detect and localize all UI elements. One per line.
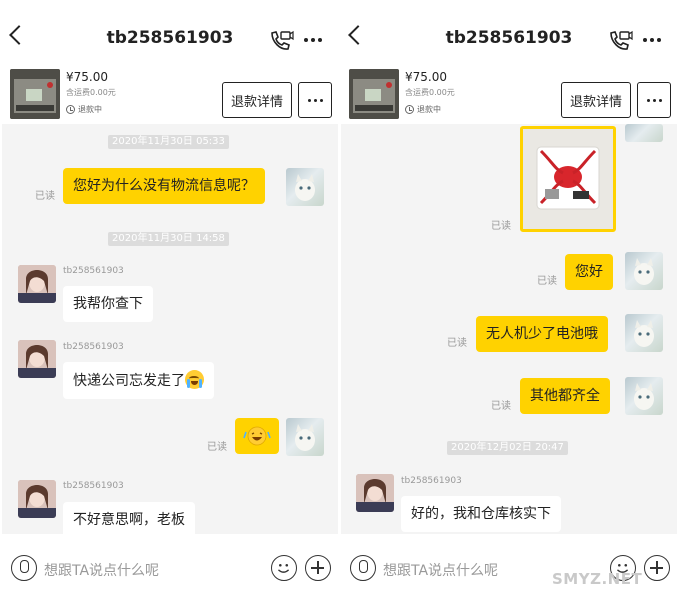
chat-header: tb258561903 [2,0,338,66]
emoji-icon[interactable] [271,555,297,581]
avatar[interactable] [18,265,56,303]
clock-icon [405,105,414,114]
product-thumbnail[interactable] [349,69,399,119]
refund-details-button[interactable]: 退款详情 [561,82,631,118]
input-bar: 想跟TA说点什么呢 [2,534,338,602]
order-status: 退款中 [66,104,102,115]
plus-icon[interactable] [305,555,331,581]
read-receipt: 已读 [537,276,557,287]
mic-icon[interactable] [350,555,376,581]
read-receipt: 已读 [491,401,511,412]
input-bar: 想跟TA说点什么呢 [341,534,677,602]
timestamp: 2020年11月30日 14:58 [108,232,229,246]
read-receipt: 已读 [35,191,55,202]
avatar[interactable] [625,124,663,142]
chat-panel-left: tb258561903 ¥75.00 含运费0.00元 退款中 退款详情 202… [2,0,338,602]
order-card[interactable]: ¥75.00 含运费0.00元 退款中 退款详情 [2,66,338,124]
read-receipt: 已读 [207,442,227,453]
order-shipping: 含运费0.00元 [66,88,116,97]
avatar[interactable] [625,377,663,415]
read-receipt: 已读 [447,338,467,349]
order-more-button[interactable] [637,82,671,118]
laugh-emoji-icon [243,426,271,446]
avatar[interactable] [286,418,324,456]
message-bubble-received[interactable]: 好的，我和仓库核实下 [401,496,561,532]
sender-name: tb258561903 [63,266,124,276]
message-bubble-sent[interactable]: 您好为什么没有物流信息呢？ [63,168,265,204]
clock-icon [66,105,75,114]
message-bubble-sent[interactable] [235,418,279,454]
avatar[interactable] [625,314,663,352]
message-bubble-received[interactable]: 快递公司忘发走了 [63,362,214,399]
order-card[interactable]: ¥75.00 含运费0.00元 退款中 退款详情 [341,66,677,124]
chat-panel-right: tb258561903 ¥75.00 含运费0.00元 退款中 退款详情 已读 … [341,0,677,602]
order-more-button[interactable] [298,82,332,118]
sender-name: tb258561903 [401,476,462,486]
mic-icon[interactable] [11,555,37,581]
order-status: 退款中 [405,104,441,115]
more-icon[interactable] [643,38,661,42]
plus-icon[interactable] [644,555,670,581]
product-thumbnail[interactable] [10,69,60,119]
order-price: ¥75.00 [405,70,447,84]
message-input[interactable]: 想跟TA说点什么呢 [44,560,159,580]
video-call-icon[interactable] [268,28,294,54]
order-price: ¥75.00 [66,70,108,84]
more-icon[interactable] [304,38,322,42]
message-bubble-sent[interactable]: 无人机少了电池哦 [476,316,608,352]
message-bubble-sent[interactable]: 其他都齐全 [520,378,610,414]
message-text: 快递公司忘发走了 [73,373,185,389]
avatar[interactable] [625,252,663,290]
timestamp: 2020年12月02日 20:47 [447,441,568,455]
message-image[interactable] [520,126,616,232]
order-shipping: 含运费0.00元 [405,88,455,97]
avatar[interactable] [18,340,56,378]
cry-emoji-icon [185,370,204,389]
message-bubble-received[interactable]: 我帮你查下 [63,286,153,322]
message-bubble-received[interactable]: 不好意思啊，老板 [63,502,195,538]
watermark: SMYZ.NET [552,570,643,588]
timestamp: 2020年11月30日 05:33 [108,135,229,149]
avatar[interactable] [356,474,394,512]
message-input[interactable]: 想跟TA说点什么呢 [383,560,498,580]
refund-details-button[interactable]: 退款详情 [222,82,292,118]
message-bubble-sent[interactable]: 您好 [565,254,613,290]
sender-name: tb258561903 [63,342,124,352]
chat-header: tb258561903 [341,0,677,66]
read-receipt: 已读 [491,221,511,232]
avatar[interactable] [286,168,324,206]
sender-name: tb258561903 [63,481,124,491]
avatar[interactable] [18,480,56,518]
video-call-icon[interactable] [607,28,633,54]
